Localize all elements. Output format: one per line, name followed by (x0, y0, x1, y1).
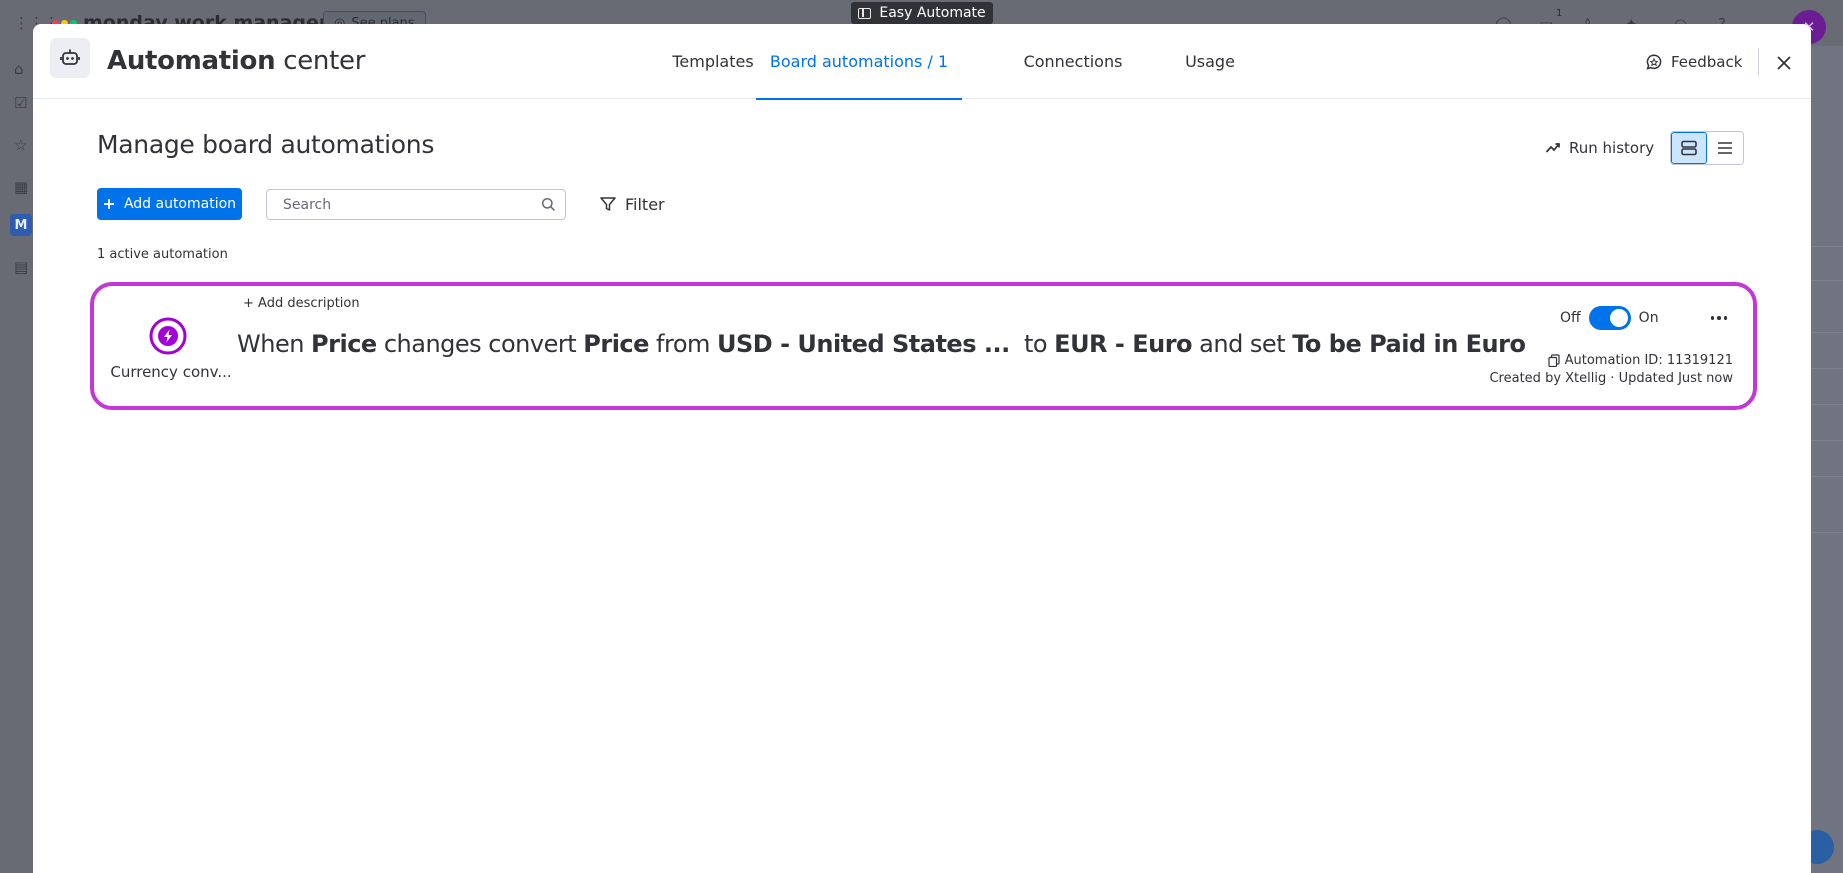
run-history-button[interactable]: Run history (1545, 136, 1654, 160)
more-dots-icon[interactable] (1708, 308, 1730, 328)
background-grid-line (1811, 368, 1843, 369)
automation-sentence[interactable]: When Price changes convert Price from US… (237, 330, 1526, 358)
card-view-icon (1681, 140, 1697, 156)
filter-icon (600, 197, 616, 211)
feedback-label: Feedback (1671, 53, 1743, 71)
card-view-button[interactable] (1671, 132, 1708, 164)
background-grid-line (1811, 476, 1843, 477)
background-grid-line (1811, 404, 1843, 405)
toggle-on-label: On (1638, 310, 1659, 326)
tab-board-automations[interactable]: Board automations / 1 (756, 24, 962, 100)
automation-card[interactable]: Currency conv... + Add description When … (90, 282, 1757, 410)
tab-usage[interactable]: Usage (1150, 24, 1270, 99)
sentence-text: and set (1192, 330, 1293, 358)
on-off-switch[interactable] (1588, 306, 1631, 330)
sentence-token[interactable]: Price (311, 330, 377, 358)
active-automation-count: 1 active automation (97, 247, 228, 262)
automation-center-modal: Automation center Templates Board automa… (33, 24, 1811, 873)
robot-icon (50, 38, 90, 78)
view-toggle (1670, 131, 1744, 165)
search-icon[interactable] (541, 197, 556, 212)
search-input[interactable] (267, 190, 517, 219)
close-icon (1777, 56, 1791, 70)
notification-badge: 1 (1556, 8, 1563, 19)
sentence-token[interactable]: Price (583, 330, 649, 358)
sentence-text: When (237, 330, 312, 358)
filter-label: Filter (625, 194, 665, 214)
app-name-pill: Easy Automate (851, 2, 993, 24)
background-left-sidebar (0, 46, 33, 873)
modal-title-bold: Automation (107, 46, 276, 76)
toggle-off-label: Off (1560, 310, 1581, 326)
add-automation-button[interactable]: Add automation (97, 188, 242, 220)
automation-toggle: Off On (1560, 306, 1659, 330)
my-work-icon[interactable]: ☑ (14, 96, 27, 111)
lightning-circle-icon (149, 317, 187, 355)
sentence-token[interactable]: To be Paid in Euro (1292, 330, 1526, 358)
list-view-button[interactable] (1707, 132, 1743, 164)
add-automation-label: Add automation (123, 196, 237, 212)
background-grid-line (1811, 246, 1843, 247)
workspaces-icon[interactable]: ▦ (14, 180, 28, 195)
favorites-icon[interactable]: ☆ (14, 138, 27, 153)
background-grid-line (1811, 332, 1843, 333)
list-view-icon (1718, 142, 1733, 154)
sentence-token[interactable]: USD - United States ... (717, 330, 1010, 358)
sentence-text: changes convert (376, 330, 584, 358)
add-description-link[interactable]: + Add description (243, 296, 360, 311)
search-box (266, 189, 566, 220)
plus-icon (103, 199, 114, 209)
sidebar-panel-icon (858, 7, 872, 19)
run-history-label: Run history (1569, 139, 1655, 157)
filter-button[interactable]: Filter (599, 192, 665, 216)
close-button[interactable] (1771, 50, 1797, 76)
background-grid-line (1811, 440, 1843, 441)
sentence-token[interactable]: EUR - Euro (1054, 330, 1192, 358)
chat-bubble-icon (1646, 54, 1662, 70)
switch-knob (1609, 309, 1628, 327)
page-title: Manage board automations (97, 130, 435, 159)
home-icon[interactable]: ⌂ (14, 62, 24, 77)
feedback-button[interactable]: Feedback (1645, 50, 1742, 74)
board-icon[interactable]: ▤ (14, 260, 28, 275)
background-grid-line (1811, 532, 1843, 533)
trend-line-icon (1545, 143, 1560, 153)
automation-meta: Created by Xtellig · Updated Just now (1489, 371, 1733, 386)
tab-connections[interactable]: Connections (998, 24, 1148, 99)
background-grid-line (1811, 280, 1843, 281)
sentence-text: from (648, 330, 718, 358)
background-board-area (1811, 46, 1843, 873)
app-name-label: Easy Automate (879, 5, 986, 21)
automation-type-label: Currency conv... (110, 363, 232, 381)
automation-id-text: Automation ID: 11319121 (1564, 352, 1733, 368)
header-divider (1758, 48, 1759, 76)
copy-icon[interactable] (1548, 353, 1560, 367)
modal-title-rest: center (275, 46, 366, 76)
modal-header: Automation center Templates Board automa… (33, 24, 1811, 100)
sentence-text: to (1009, 330, 1055, 358)
workspace-badge[interactable]: M (10, 214, 32, 236)
automation-id: Automation ID: 11319121 (1548, 352, 1733, 368)
modal-title: Automation center (107, 46, 365, 76)
